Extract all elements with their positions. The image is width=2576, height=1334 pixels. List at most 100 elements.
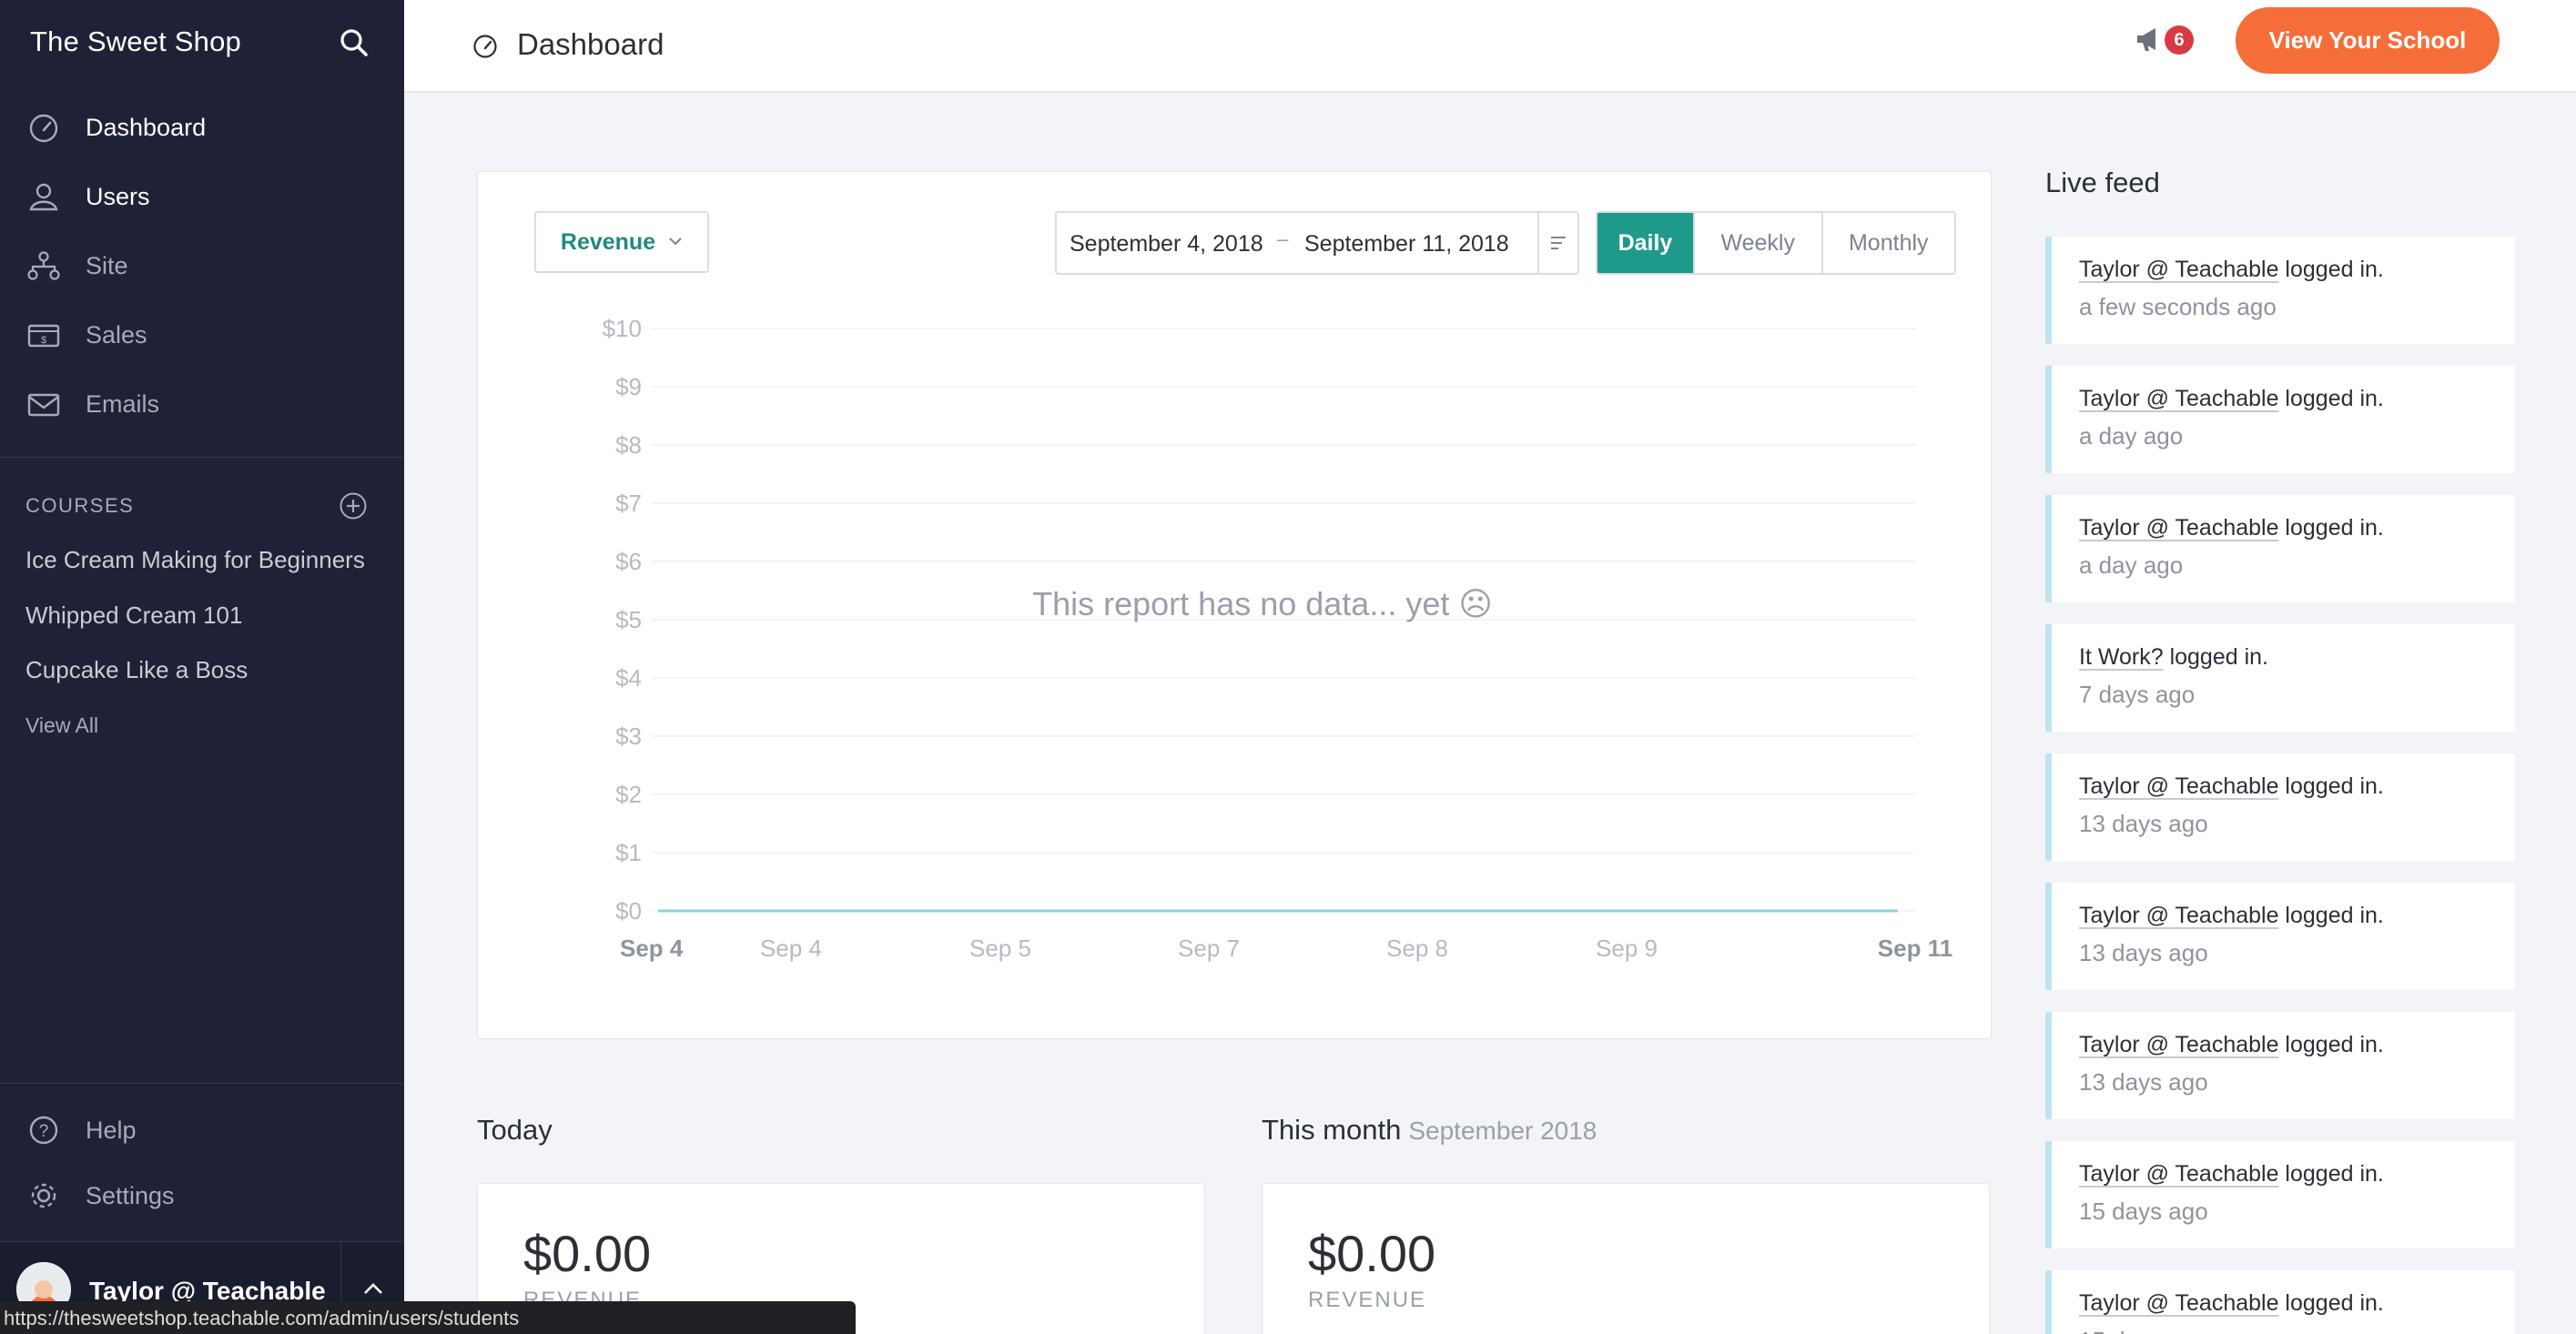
x-tick-label: Sep 4 [620, 935, 684, 962]
feed-item-text: Taylor @ Teachable logged in. [2079, 1032, 2384, 1058]
feed-item-time: a day ago [2079, 551, 2184, 579]
y-tick-label: $4 [615, 664, 642, 692]
feed-user-link[interactable]: Taylor @ Teachable [2079, 903, 2278, 928]
bottom-nav: ? Help Settings [0, 1097, 404, 1228]
feed-action: logged in. [2278, 1161, 2384, 1187]
feed-user-link[interactable]: Taylor @ Teachable [2079, 773, 2278, 799]
nav-label: Settings [86, 1181, 175, 1209]
feed-user-link[interactable]: Taylor @ Teachable [2079, 515, 2278, 541]
feed-user-link[interactable]: Taylor @ Teachable [2079, 257, 2278, 282]
browser-status-url: https://thesweetshop.teachable.com/admin… [0, 1301, 856, 1334]
brand-row: The Sweet Shop [0, 0, 404, 86]
search-icon[interactable] [339, 27, 370, 58]
nav-item-help[interactable]: ? Help [0, 1097, 404, 1163]
today-revenue-value: $0.00 [523, 1225, 652, 1282]
feed-action: logged in. [2278, 386, 2384, 411]
top-bar: Dashboard 6 View Your School [404, 0, 2576, 93]
page-title: Dashboard [517, 27, 664, 61]
dashboard-gauge-icon [472, 33, 499, 60]
y-tick-label: $7 [615, 490, 642, 517]
feed-item-text: Taylor @ Teachable logged in. [2079, 257, 2384, 283]
live-feed-item: Taylor @ Teachable logged in. a day ago [2045, 495, 2515, 602]
feed-item-text: Taylor @ Teachable logged in. [2079, 1161, 2384, 1187]
site-icon [25, 250, 62, 281]
y-tick-label: $2 [615, 781, 642, 808]
feed-item-time: 13 days ago [2079, 939, 2208, 966]
nav-item-emails[interactable]: Emails [0, 369, 404, 439]
this-month-title: This month September 2018 [1262, 1114, 1597, 1147]
main-nav: Dashboard Users Site $ Sales Emails [0, 93, 404, 439]
feed-item-text: It Work? logged in. [2079, 644, 2268, 671]
feed-item-time: 15 days ago [2079, 1198, 2208, 1225]
sales-icon: $ [25, 319, 62, 350]
feed-user-link[interactable]: Taylor @ Teachable [2079, 1161, 2278, 1187]
x-tick-label: Sep 5 [969, 935, 1031, 962]
feed-user-link[interactable]: Taylor @ Teachable [2079, 1032, 2278, 1057]
nav-item-dashboard[interactable]: Dashboard [0, 93, 404, 162]
this-month-label: This month [1262, 1114, 1402, 1146]
feed-action: logged in. [2163, 644, 2268, 670]
course-link[interactable]: Whipped Cream 101 [25, 601, 380, 630]
nav-label: Users [86, 182, 150, 210]
feed-item-time: 7 days ago [2079, 681, 2196, 708]
x-tick-label: Sep 4 [760, 935, 822, 962]
live-feed-item: Taylor @ Teachable logged in. 13 days ago [2045, 883, 2515, 990]
gear-icon [25, 1180, 62, 1211]
nav-item-users[interactable]: Users [0, 162, 404, 231]
feed-user-link[interactable]: It Work? [2079, 644, 2164, 670]
feed-item-time: 13 days ago [2079, 810, 2208, 837]
y-tick-label: $10 [603, 315, 642, 342]
feed-action: logged in. [2278, 1032, 2384, 1057]
live-feed-item: Taylor @ Teachable logged in. a few secon… [2045, 237, 2515, 344]
this-month-subtitle: September 2018 [1408, 1117, 1597, 1145]
nav-label: Emails [86, 389, 160, 418]
view-all-courses-link[interactable]: View All [25, 713, 98, 738]
svg-text:?: ? [39, 1122, 49, 1141]
y-tick-label: $0 [615, 897, 642, 925]
course-link[interactable]: Ice Cream Making for Beginners [25, 546, 380, 574]
feed-item-time: a few seconds ago [2079, 293, 2277, 320]
add-course-icon[interactable] [339, 491, 368, 520]
x-tick-label: Sep 8 [1386, 935, 1448, 962]
feed-item-time: a day ago [2079, 422, 2184, 450]
y-tick-label: $3 [615, 723, 642, 750]
feed-item-text: Taylor @ Teachable logged in. [2079, 386, 2384, 412]
feed-user-link[interactable]: Taylor @ Teachable [2079, 386, 2278, 411]
live-feed-item: Taylor @ Teachable logged in. 15 days ago [2045, 1141, 2515, 1248]
svg-text:$: $ [41, 335, 46, 346]
today-title: Today [477, 1114, 553, 1146]
feed-item-time: 13 days ago [2079, 1068, 2208, 1096]
feed-action: logged in. [2278, 515, 2384, 541]
users-icon [25, 181, 62, 212]
live-feed-title: Live feed [2045, 167, 2160, 198]
x-tick-label: Sep 11 [1878, 935, 1952, 962]
nav-item-site[interactable]: Site [0, 231, 404, 300]
month-revenue-label: REVENUE [1308, 1288, 1427, 1312]
nav-label: Site [86, 251, 128, 279]
live-feed-item: Taylor @ Teachable logged in. 13 days ago [2045, 1012, 2515, 1119]
y-tick-label: $8 [615, 431, 642, 459]
email-icon [25, 389, 62, 419]
chart-empty-message: This report has no data... yet ☹ [1032, 585, 1493, 622]
feed-action: logged in. [2278, 257, 2384, 282]
live-feed-item: Taylor @ Teachable logged in. 15 days ago [2045, 1270, 2515, 1334]
sidebar-divider [0, 457, 404, 458]
y-tick-label: $5 [615, 606, 642, 633]
feed-item-time: 15 days ago [2079, 1327, 2208, 1334]
y-tick-label: $1 [615, 839, 642, 866]
feed-action: logged in. [2278, 1290, 2384, 1316]
sidebar: The Sweet Shop Dashboard Users Site $ Sa… [0, 0, 404, 1334]
feed-user-link[interactable]: Taylor @ Teachable [2079, 1290, 2278, 1316]
school-name[interactable]: The Sweet Shop [30, 25, 241, 58]
feed-item-text: Taylor @ Teachable logged in. [2079, 773, 2384, 800]
nav-item-settings[interactable]: Settings [0, 1163, 404, 1228]
nav-label: Help [86, 1116, 137, 1144]
notification-badge[interactable]: 6 [2165, 25, 2194, 55]
feed-action: logged in. [2278, 903, 2384, 928]
live-feed-item: Taylor @ Teachable logged in. 13 days ago [2045, 753, 2515, 861]
course-link[interactable]: Cupcake Like a Boss [25, 656, 380, 684]
revenue-chart-card: Revenue September 4, 2018 – September 11… [477, 171, 1992, 1039]
view-your-school-button[interactable]: View Your School [2236, 7, 2500, 74]
dashboard-gauge-icon [25, 112, 62, 143]
nav-item-sales[interactable]: $ Sales [0, 300, 404, 369]
